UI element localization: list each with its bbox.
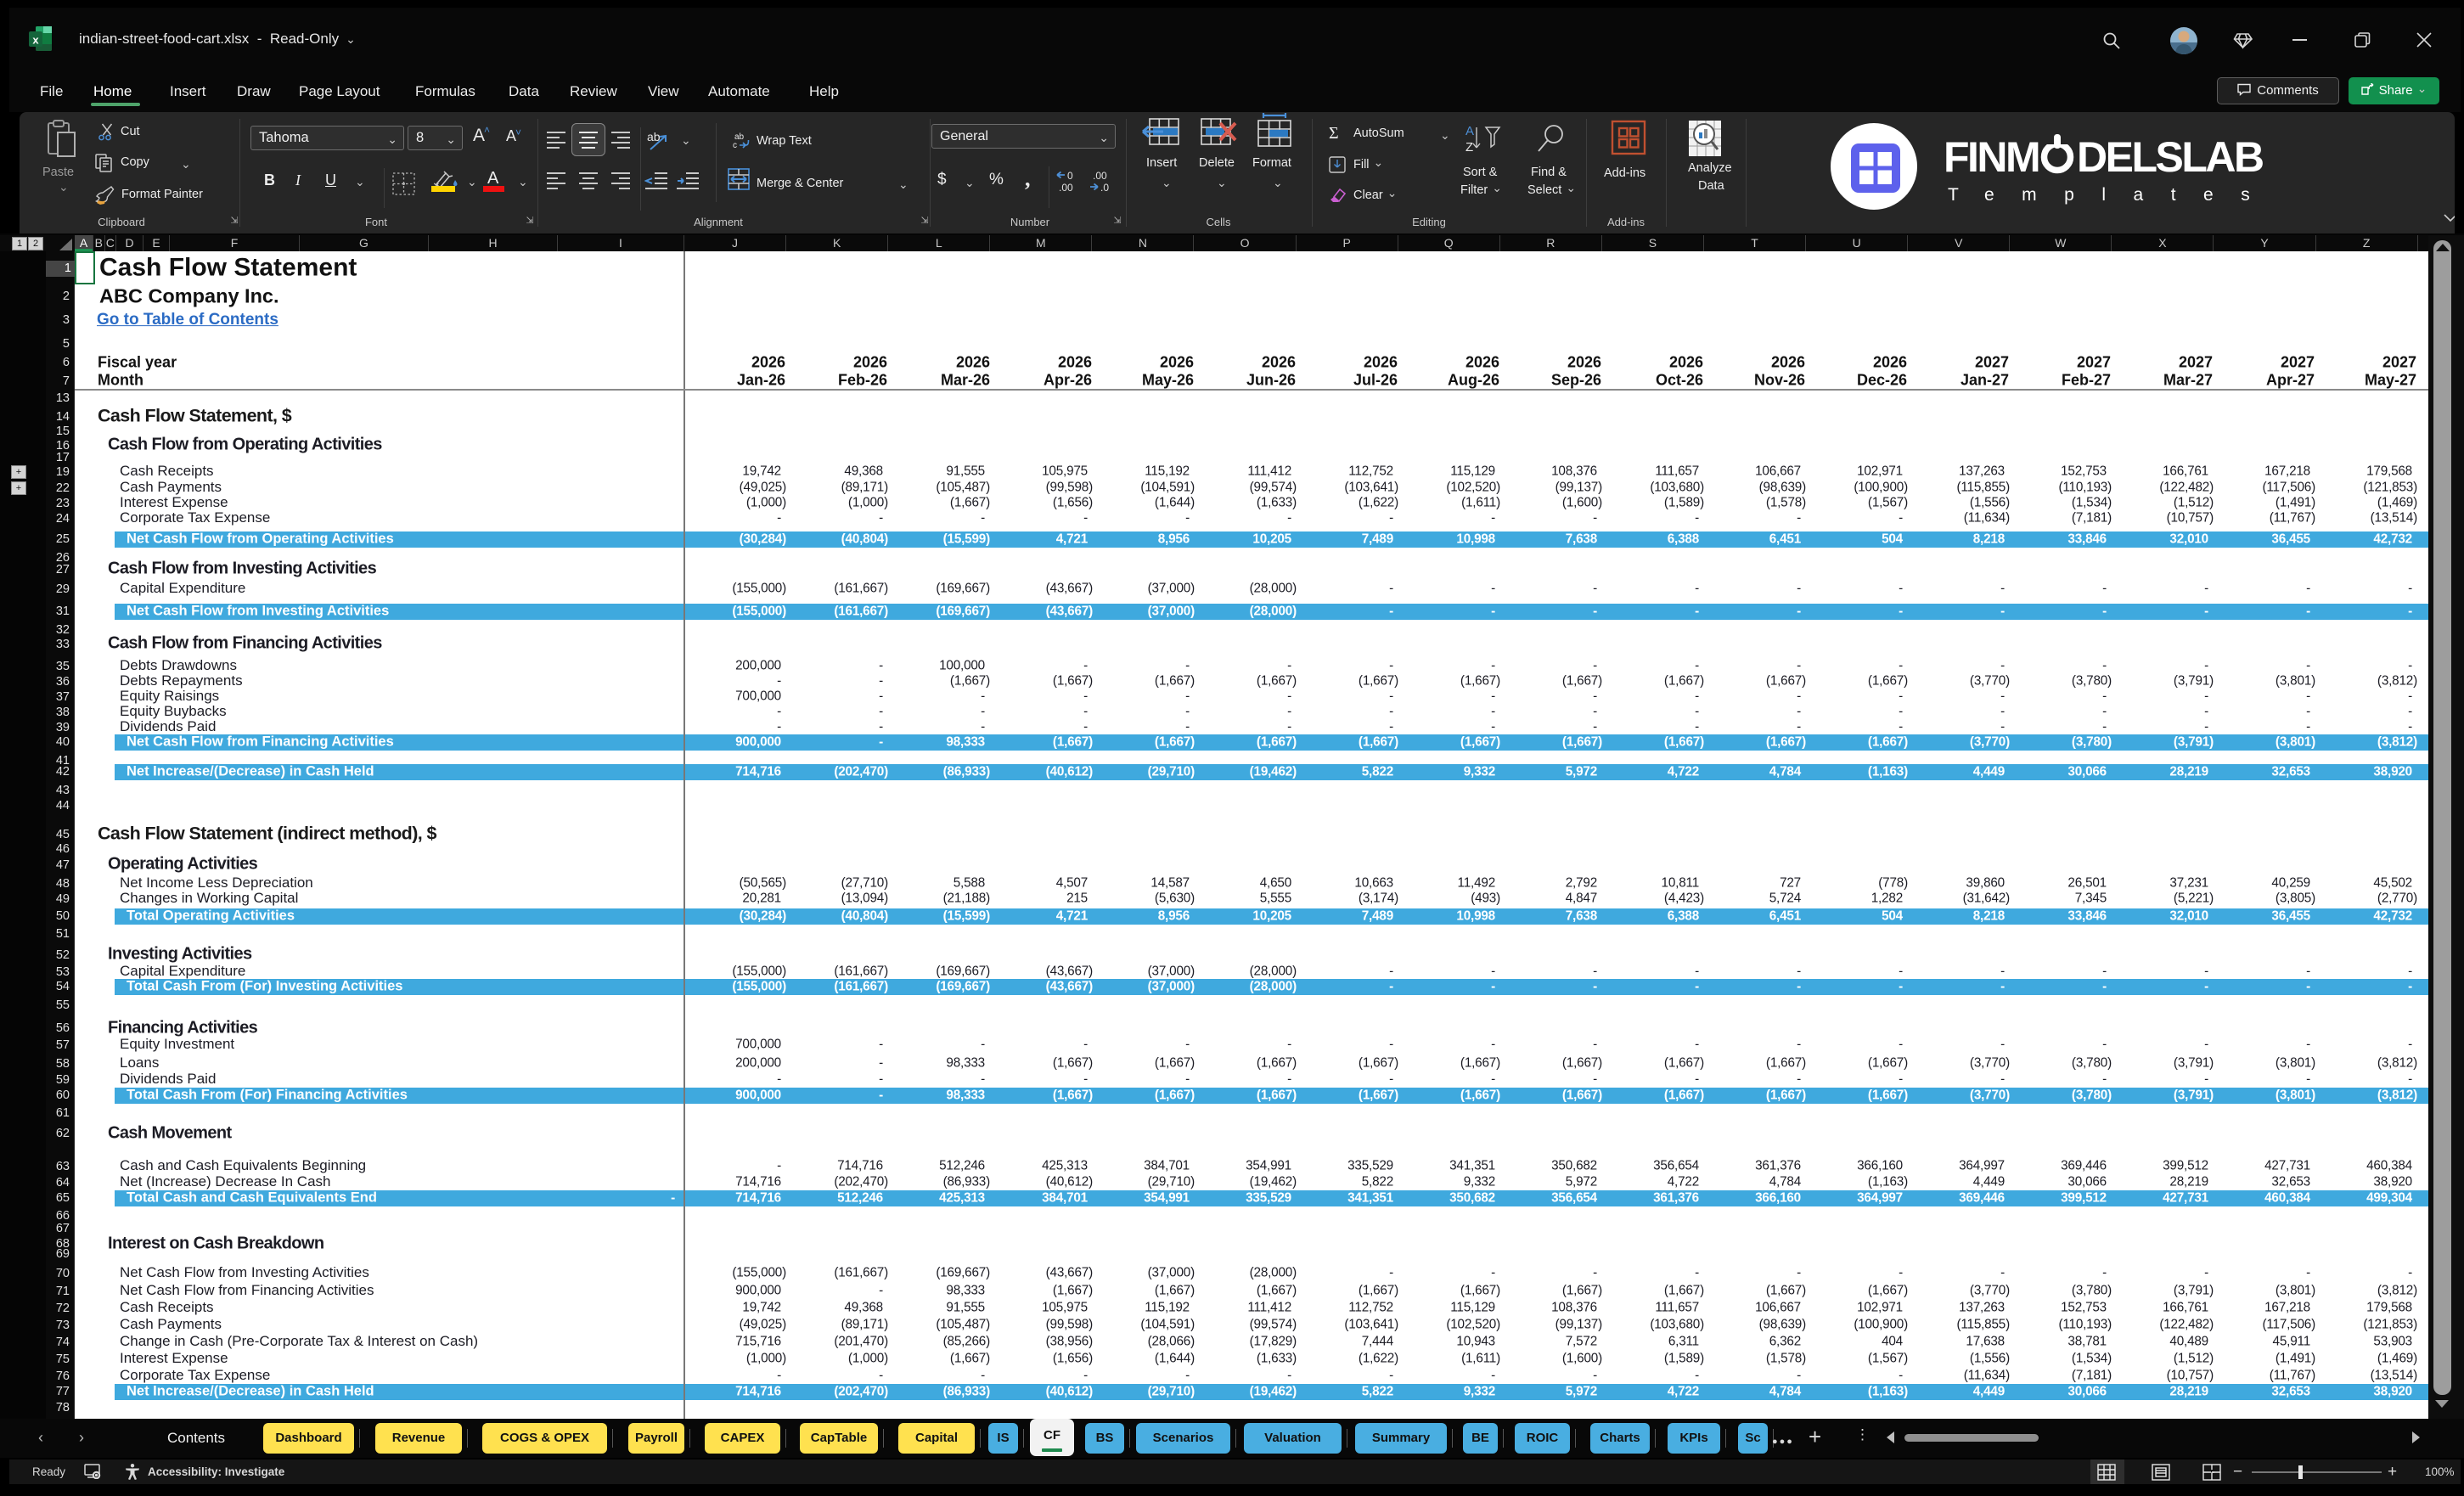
svg-text:A: A [1465, 124, 1474, 138]
svg-text:.0: .0 [1100, 182, 1109, 193]
svg-text:Z: Z [1465, 140, 1473, 155]
svg-text:c: c [733, 141, 737, 150]
svg-text:.00: .00 [1059, 182, 1073, 193]
svg-text:DELSLAB: DELSLAB [2077, 134, 2263, 181]
svg-text:FINM: FINM [1944, 134, 2039, 181]
svg-text:x: x [32, 34, 39, 47]
svg-text:0: 0 [1067, 170, 1073, 182]
svg-text:.00: .00 [1093, 170, 1107, 182]
